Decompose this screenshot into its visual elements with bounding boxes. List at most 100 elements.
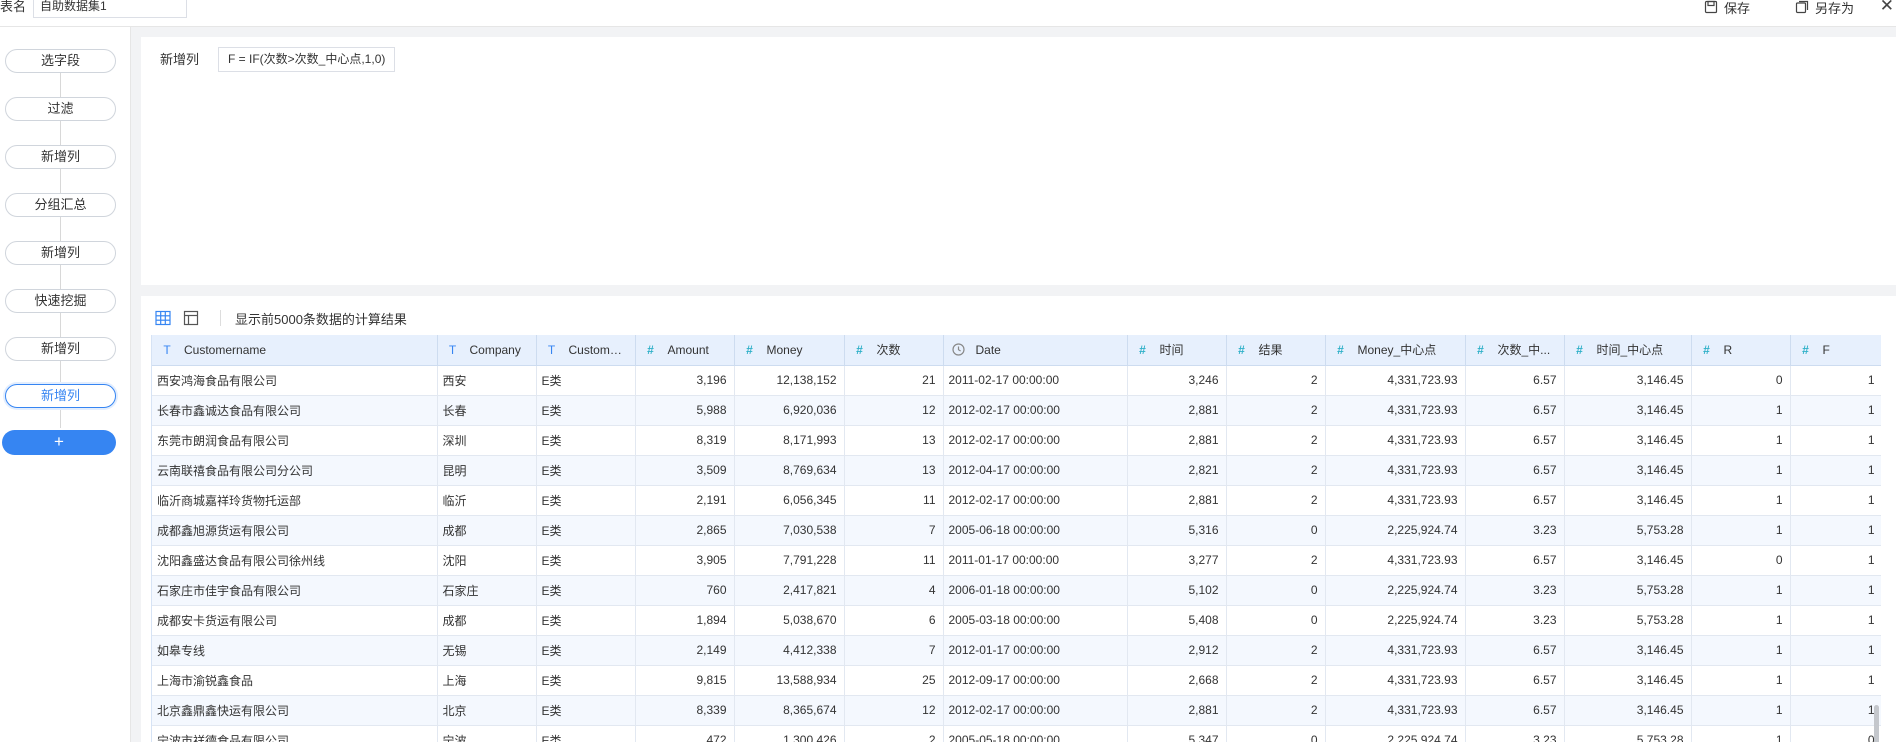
save-icon xyxy=(1704,0,1718,14)
step-add-column-4-active[interactable]: 新增列 xyxy=(5,384,116,408)
table-cell: 5,102 xyxy=(1127,575,1227,606)
formula-input[interactable]: F = IF(次数>次数_中心点,1,0) xyxy=(218,47,396,72)
table-cell: 5,753.28 xyxy=(1564,575,1692,606)
number-type-icon: # xyxy=(1238,343,1245,358)
table-cell: 1 xyxy=(1691,485,1791,516)
column-header[interactable]: # F xyxy=(1790,335,1881,366)
table-cell: 1,894 xyxy=(635,605,735,636)
table-cell: 2,225,924.74 xyxy=(1325,575,1466,606)
table-cell: 2,821 xyxy=(1127,455,1227,486)
table-cell: 2006-01-18 00:00:00 xyxy=(943,575,1128,606)
column-header[interactable]: T Company xyxy=(437,335,537,366)
table-cell: 成都鑫旭源货运有限公司 xyxy=(152,515,438,546)
table-cell: 3,509 xyxy=(635,455,735,486)
table-cell: 4,331,723.93 xyxy=(1325,545,1466,576)
column-header-label: Customer... xyxy=(568,342,630,357)
table-cell: 4,331,723.93 xyxy=(1325,395,1466,426)
table-cell: 25 xyxy=(844,665,944,696)
table-row[interactable]: 临沂商城嘉祥玲货物托运部 临沂 E类 2,191 6,056,345 11 2012-02-… xyxy=(152,485,1881,516)
table-row[interactable]: 宁波市祥德食品有限公司 宁波 E类 472 1,300,426 2 2005-05-18 0… xyxy=(152,725,1881,742)
table-cell: 21 xyxy=(844,365,944,396)
table-row[interactable]: 长春市鑫诚达食品有限公司 长春 E类 5,988 6,920,036 12 2012-02-… xyxy=(152,395,1881,426)
table-row[interactable]: 沈阳鑫盛达食品有限公司徐州线 沈阳 E类 3,905 7,791,228 11 2011-0… xyxy=(152,545,1881,576)
column-header[interactable]: # Amount xyxy=(635,335,735,366)
column-header-label: Customername xyxy=(184,342,267,357)
table-row[interactable]: 成都安卡货运有限公司 成都 E类 1,894 5,038,670 6 2005-03-18 … xyxy=(152,605,1881,636)
table-row[interactable]: 云南联禧食品有限公司分公司 昆明 E类 3,509 8,769,634 13 2012-04… xyxy=(152,455,1881,486)
table-cell: 长春 xyxy=(437,395,537,426)
table-cell: 4 xyxy=(844,575,944,606)
save-button[interactable]: 保存 xyxy=(1704,0,1750,16)
table-cell: 2011-02-17 00:00:00 xyxy=(943,365,1128,396)
number-type-icon: # xyxy=(856,343,863,358)
table-cell: 石家庄 xyxy=(437,575,537,606)
table-cell: 1 xyxy=(1691,725,1791,742)
table-cell: 12 xyxy=(844,395,944,426)
table-cell: 4,331,723.93 xyxy=(1325,425,1466,456)
date-type-icon xyxy=(950,343,968,357)
column-header[interactable]: T Customer... xyxy=(536,335,636,366)
table-cell: 2012-02-17 00:00:00 xyxy=(943,425,1128,456)
table-row[interactable]: 上海市渝锐鑫食品 上海 E类 9,815 13,588,934 25 2012-09-17 … xyxy=(152,665,1881,696)
table-name-input[interactable]: 自助数据集1 xyxy=(33,0,187,18)
save-as-icon xyxy=(1795,0,1809,14)
table-cell: E类 xyxy=(536,425,636,456)
table-row[interactable]: 东莞市朗润食品有限公司 深圳 E类 8,319 8,171,993 13 2012-02-1… xyxy=(152,425,1881,456)
table-cell: 北京 xyxy=(437,695,537,726)
column-header[interactable]: # 次数_中... xyxy=(1465,335,1565,366)
column-header[interactable]: # 结果 xyxy=(1226,335,1326,366)
step-filter[interactable]: 过滤 xyxy=(5,97,116,121)
table-row[interactable]: 石家庄市佳宇食品有限公司 石家庄 E类 760 2,417,821 4 2006-01-18… xyxy=(152,575,1881,606)
table-cell: 成都 xyxy=(437,605,537,636)
step-add-column-1[interactable]: 新增列 xyxy=(5,145,116,169)
table-cell: 3,146.45 xyxy=(1564,485,1692,516)
table-cell: 8,171,993 xyxy=(734,425,845,456)
column-header[interactable]: # Money xyxy=(734,335,845,366)
close-icon[interactable]: ✕ xyxy=(1880,0,1894,16)
preview-tip: 显示前5000条数据的计算结果 xyxy=(235,312,407,327)
table-cell: 1 xyxy=(1790,665,1881,696)
table-cell: 2005-03-18 00:00:00 xyxy=(943,605,1128,636)
step-quick-mining[interactable]: 快速挖掘 xyxy=(5,289,116,313)
step-add-column-3[interactable]: 新增列 xyxy=(5,337,116,361)
add-step-button[interactable]: + xyxy=(2,430,116,455)
column-header[interactable]: # Money_中心点 xyxy=(1325,335,1466,366)
column-header[interactable]: # 时间_中心点 xyxy=(1564,335,1692,366)
table-cell: 0 xyxy=(1226,725,1326,742)
table-cell: E类 xyxy=(536,455,636,486)
table-cell: E类 xyxy=(536,485,636,516)
column-header[interactable]: Date xyxy=(943,335,1128,366)
table-cell: 8,319 xyxy=(635,425,735,456)
table-cell: 上海 xyxy=(437,665,537,696)
column-header[interactable]: # 次数 xyxy=(844,335,944,366)
table-cell: 4,331,723.93 xyxy=(1325,665,1466,696)
column-header[interactable]: T Customername xyxy=(152,335,438,366)
table-cell: 3,146.45 xyxy=(1564,395,1692,426)
step-select-fields[interactable]: 选字段 xyxy=(5,49,116,73)
table-cell: 1 xyxy=(1790,455,1881,486)
column-header-label: Date xyxy=(975,342,1001,357)
table-row[interactable]: 成都鑫旭源货运有限公司 成都 E类 2,865 7,030,538 7 2005-06-18… xyxy=(152,515,1881,546)
column-header-label: F xyxy=(1822,342,1830,357)
table-row[interactable]: 如皋专线 无锡 E类 2,149 4,412,338 7 2012-01-17 00:00:… xyxy=(152,635,1881,666)
column-header[interactable]: # 时间 xyxy=(1127,335,1227,366)
table-cell: 云南联禧食品有限公司分公司 xyxy=(152,455,438,486)
table-cell: 8,339 xyxy=(635,695,735,726)
table-view-icon[interactable] xyxy=(155,310,171,326)
vertical-scrollbar[interactable] xyxy=(1874,705,1879,742)
step-group-summary[interactable]: 分组汇总 xyxy=(5,193,116,217)
table-row[interactable]: 西安鸿海食品有限公司 西安 E类 3,196 12,138,152 21 2011-02-1… xyxy=(152,365,1881,396)
column-header-label: Company xyxy=(469,342,521,357)
table-row[interactable]: 北京鑫鼎鑫快运有限公司 北京 E类 8,339 8,365,674 12 2012-02-1… xyxy=(152,695,1881,726)
save-as-button[interactable]: 另存为 xyxy=(1795,0,1854,16)
data-grid[interactable]: T Customername T Company T Customer... # Amount… xyxy=(151,335,1881,742)
table-cell: 无锡 xyxy=(437,635,537,666)
table-cell: 4,331,723.93 xyxy=(1325,695,1466,726)
step-add-column-2[interactable]: 新增列 xyxy=(5,241,116,265)
table-cell: 2011-01-17 00:00:00 xyxy=(943,545,1128,576)
table-cell: 760 xyxy=(635,575,735,606)
table-cell: 7,030,538 xyxy=(734,515,845,546)
layout-view-icon[interactable] xyxy=(183,310,199,326)
table-cell: 3.23 xyxy=(1465,515,1565,546)
column-header[interactable]: # R xyxy=(1691,335,1791,366)
